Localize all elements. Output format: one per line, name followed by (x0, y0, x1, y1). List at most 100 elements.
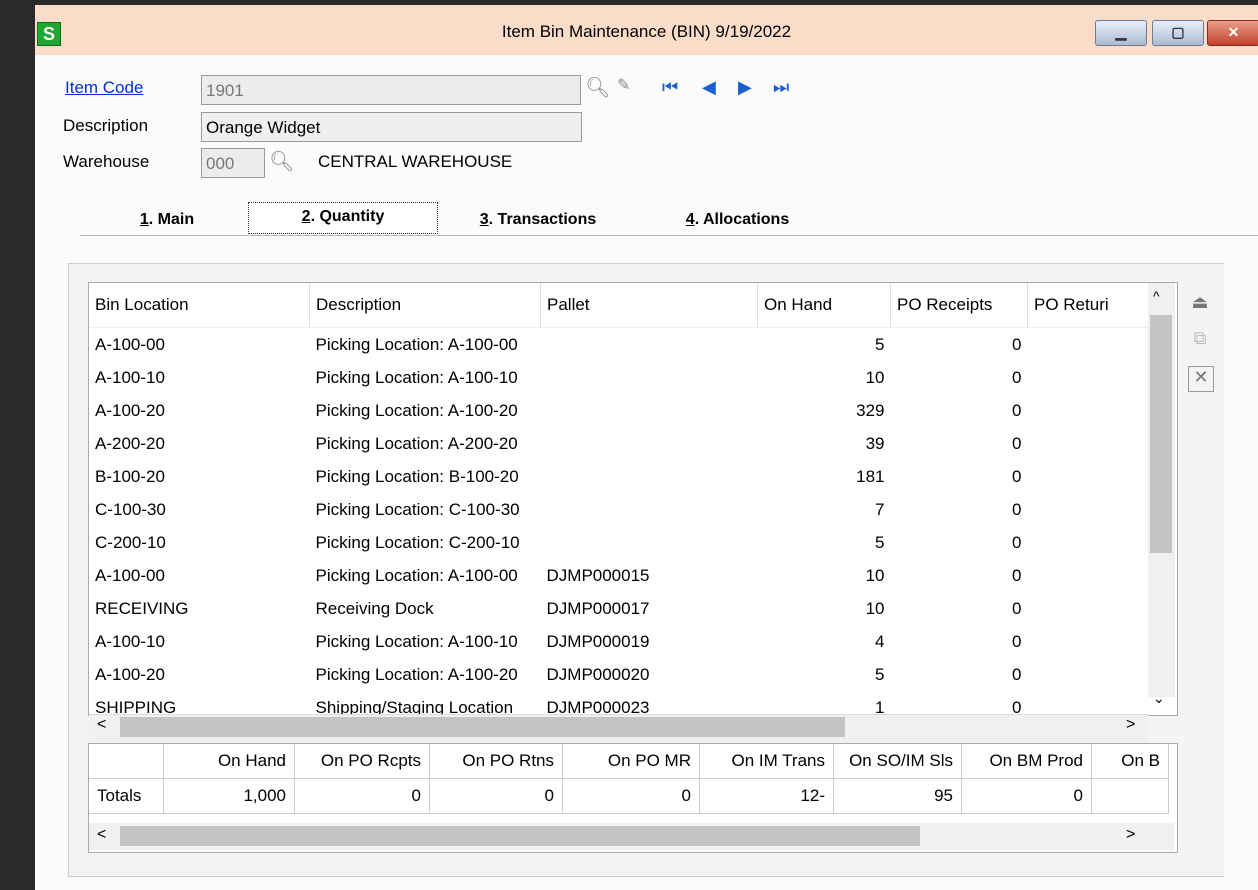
on-hand: 39 (865, 433, 885, 453)
search-icon[interactable]: 🔍︎ (585, 75, 610, 100)
col-on-hand[interactable]: On Hand (757, 283, 891, 328)
total-on-im-trans: 12- (699, 778, 834, 814)
table-row[interactable]: RECEIVING Receiving Dock DJMP000017 10 0 (89, 592, 1151, 625)
on-hand: 7 (875, 499, 885, 519)
totals-horizontal-scroll-thumb[interactable] (120, 826, 920, 846)
tab-main[interactable]: 1. Main (77, 200, 257, 240)
item-code-link[interactable]: Item Code (65, 78, 143, 98)
bin-location: A-100-00 (95, 334, 165, 354)
scroll-down-icon[interactable]: ⌄ (1153, 690, 1165, 707)
maximize-icon: ▢ (1171, 24, 1185, 40)
pallet: DJMP000020 (546, 664, 650, 684)
next-record-icon[interactable]: ▶ (738, 77, 752, 98)
table-row[interactable]: C-100-30 Picking Location: C-100-30 7 0 (89, 493, 1151, 526)
totals-scroll-left-icon[interactable]: < (97, 826, 106, 844)
minimize-button[interactable]: ▁ (1095, 20, 1147, 46)
totals-header-on-b: On B (1091, 744, 1169, 779)
scroll-right-icon[interactable]: > (1126, 716, 1135, 734)
last-record-icon[interactable]: ⏭ (773, 77, 789, 98)
table-row[interactable]: SHIPPING Shipping/Staging Location DJMP000… (89, 691, 1151, 716)
item-code-field[interactable]: 1901 (201, 75, 581, 105)
table-row[interactable]: A-100-10 Picking Location: A-100-10 10 0 (89, 361, 1151, 394)
first-record-icon[interactable]: ⏮ (662, 77, 678, 98)
bin-description: Picking Location: C-100-30 (315, 499, 520, 519)
bin-description: Picking Location: A-100-10 (315, 631, 518, 651)
totals-header-on-po-mr: On PO MR (562, 744, 700, 779)
bin-description: Picking Location: A-100-20 (315, 664, 518, 684)
pallet: DJMP000015 (546, 565, 650, 585)
po-returns (1028, 526, 1151, 559)
grid-horizontal-scroll-thumb[interactable] (120, 717, 845, 737)
col-po-receipts[interactable]: PO Receipts (890, 283, 1028, 328)
bin-location: A-100-20 (95, 400, 165, 420)
scroll-left-icon[interactable]: < (97, 716, 106, 734)
total-on-po-mr: 0 (562, 778, 700, 814)
table-row[interactable]: A-100-00 Picking Location: A-100-00 DJMP00… (89, 559, 1151, 592)
po-returns (1028, 559, 1151, 592)
on-hand: 1 (875, 697, 885, 716)
totals-header-blank (89, 744, 164, 779)
tab-allocations-number: 4 (685, 211, 695, 228)
tab-allocations-label: . Allocations (694, 211, 790, 228)
table-row[interactable]: A-100-10 Picking Location: A-100-10 DJMP00… (89, 625, 1151, 658)
scroll-up-icon[interactable]: ^ (1153, 288, 1160, 304)
po-returns (1028, 460, 1151, 493)
table-row[interactable]: A-200-20 Picking Location: A-200-20 39 0 (89, 427, 1151, 460)
description-field[interactable]: Orange Widget (201, 112, 582, 142)
col-bin-location[interactable]: Bin Location (89, 283, 310, 328)
bin-location: B-100-20 (95, 466, 165, 486)
bin-description: Picking Location: A-100-20 (315, 400, 518, 420)
tag-icon[interactable]: ✎ (617, 75, 630, 95)
col-po-returns[interactable]: PO Returi (1027, 283, 1151, 328)
tab-allocations[interactable]: 4. Allocations (640, 200, 835, 240)
on-hand: 5 (875, 664, 885, 684)
delete-row-icon[interactable]: ✕ (1188, 366, 1214, 392)
tab-transactions[interactable]: 3. Transactions (443, 200, 633, 240)
close-icon: ✕ (1227, 24, 1240, 40)
po-returns (1028, 592, 1151, 625)
tab-main-number: 1 (139, 211, 149, 228)
maximize-button[interactable]: ▢ (1152, 20, 1204, 46)
copy-row-icon[interactable]: ⧉ (1188, 328, 1212, 352)
tab-quantity[interactable]: 2. Quantity (248, 202, 438, 234)
insert-row-icon[interactable]: ⏏ (1188, 292, 1212, 316)
table-row[interactable]: A-100-20 Picking Location: A-100-20 329 0 (89, 394, 1151, 427)
table-row[interactable]: C-200-10 Picking Location: C-200-10 5 0 (89, 526, 1151, 559)
po-returns (1028, 361, 1151, 394)
close-button[interactable]: ✕ (1207, 20, 1258, 46)
on-hand: 329 (856, 400, 885, 420)
tab-quantity-number: 2 (301, 208, 311, 225)
total-on-po-rtns: 0 (429, 778, 563, 814)
window-title: Item Bin Maintenance (BIN) 9/19/2022 (501, 22, 792, 41)
table-row[interactable]: A-100-20 Picking Location: A-100-20 DJMP00… (89, 658, 1151, 691)
po-receipts: 0 (1012, 532, 1022, 552)
table-row[interactable]: A-100-00 Picking Location: A-100-00 5 0 (89, 328, 1151, 362)
description-label: Description (63, 116, 149, 135)
total-on-so-im-sls: 95 (833, 778, 962, 814)
po-receipts: 0 (1012, 631, 1022, 651)
grid-vertical-scroll-thumb[interactable] (1150, 315, 1172, 553)
warehouse-search-icon[interactable]: 🔍︎ (269, 149, 294, 174)
totals-header-on-po-rtns: On PO Rtns (429, 744, 563, 779)
on-hand: 4 (875, 631, 885, 651)
warehouse-code-field[interactable]: 000 (201, 148, 265, 178)
totals-scroll-right-icon[interactable]: > (1126, 826, 1135, 844)
bin-grid[interactable]: Bin Location Description Pallet On Hand … (88, 282, 1178, 716)
po-receipts: 0 (1012, 334, 1022, 354)
totals-header-on-hand: On Hand (163, 744, 295, 779)
po-receipts: 0 (1012, 433, 1022, 453)
po-returns (1028, 625, 1151, 658)
total-on-hand: 1,000 (163, 778, 295, 814)
po-returns (1028, 427, 1151, 460)
po-receipts: 0 (1012, 400, 1022, 420)
po-receipts: 0 (1012, 565, 1022, 585)
table-row[interactable]: B-100-20 Picking Location: B-100-20 181 0 (89, 460, 1151, 493)
previous-record-icon[interactable]: ◀ (702, 77, 716, 98)
po-returns (1028, 691, 1151, 715)
col-pallet[interactable]: Pallet (540, 283, 758, 328)
pallet (541, 361, 758, 394)
po-receipts: 0 (1012, 697, 1022, 716)
col-description[interactable]: Description (309, 283, 541, 328)
title-bar[interactable]: S Item Bin Maintenance (BIN) 9/19/2022 ▁… (35, 5, 1258, 55)
totals-header-on-bm-prod: On BM Prod (961, 744, 1092, 779)
